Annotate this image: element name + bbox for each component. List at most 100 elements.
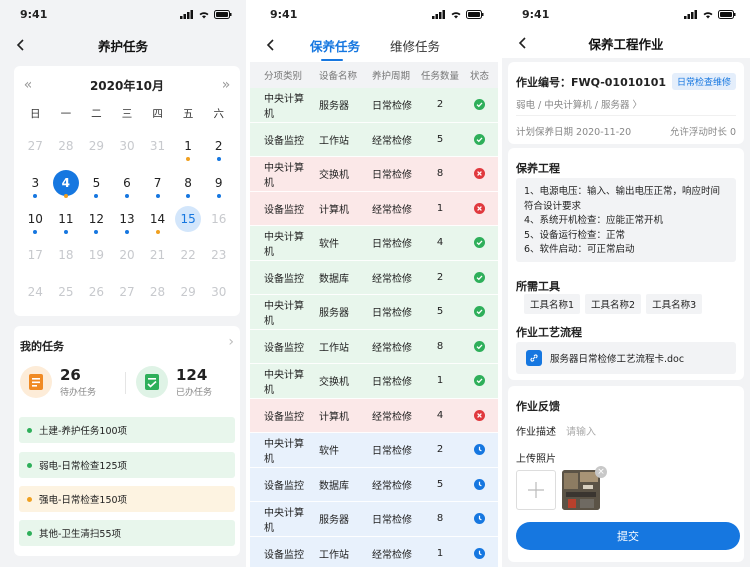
project-line: 6、软件启动：可正常启动 — [524, 244, 635, 255]
calendar-day[interactable]: 27 — [112, 274, 143, 310]
table-row[interactable]: 中央计算机 软件 日常检修 2 — [250, 433, 498, 468]
table-row[interactable]: 中央计算机 交换机 日常检修 8 — [250, 157, 498, 192]
table-row[interactable]: 设备监控 数据库 经常检修 5 — [250, 467, 498, 502]
cell-device: 工作站 — [319, 342, 349, 354]
calendar-day[interactable]: 29 — [173, 274, 204, 310]
back-button[interactable] — [10, 28, 30, 62]
calendar-day[interactable]: 20 — [112, 237, 143, 273]
tab-maintenance[interactable]: 保养任务 — [310, 28, 360, 62]
bullet-dot — [27, 530, 32, 536]
cell-cycle: 日常检修 — [372, 170, 412, 182]
back-button[interactable] — [260, 28, 280, 62]
cell-count: 1 — [436, 375, 444, 387]
device-breadcrumb[interactable]: 弱电 / 中央计算机 / 服务器 〉 — [516, 97, 642, 111]
next-month-button[interactable]: » — [214, 72, 238, 98]
calendar-day[interactable]: 28 — [51, 128, 82, 164]
tab-repair[interactable]: 维修任务 — [390, 28, 440, 62]
cell-device: 服务器 — [319, 308, 349, 320]
my-tasks-card: 我的任务 › 26 待办任务 124 已办任务 土建-养护任务100项 弱电-日… — [14, 326, 240, 556]
calendar-day-number: 29 — [88, 139, 105, 154]
calendar-day[interactable]: 24 — [20, 274, 51, 310]
status-time: 9:41 — [20, 7, 48, 21]
calendar-day[interactable]: 6 — [112, 164, 143, 200]
calendar-day[interactable]: 11 — [51, 201, 82, 237]
calendar-day[interactable]: 23 — [203, 237, 234, 273]
calendar-day[interactable]: 8 — [173, 164, 204, 200]
status-icons — [180, 9, 232, 19]
calendar-day[interactable]: 27 — [20, 128, 51, 164]
calendar-day[interactable]: 28 — [142, 274, 173, 310]
calendar-day-number: 13 — [119, 211, 135, 226]
table-row[interactable]: 中央计算机 软件 日常检修 4 — [250, 226, 498, 261]
calendar-day[interactable]: 10 — [20, 201, 51, 237]
check-circle-icon — [461, 375, 498, 387]
calendar-day[interactable]: 12 — [81, 201, 112, 237]
calendar-day[interactable]: 14 — [142, 201, 173, 237]
table-row[interactable]: 设备监控 数据库 经常检修 2 — [250, 260, 498, 295]
done-tasks-stat[interactable]: 124 已办任务 — [136, 366, 212, 398]
calendar-day[interactable]: 15 — [173, 201, 204, 237]
task-dot-indicator — [155, 193, 160, 198]
task-dot-indicator — [216, 193, 221, 198]
error-circle-icon — [461, 409, 498, 421]
calendar-day[interactable]: 4 — [51, 164, 82, 200]
cell-count: 5 — [436, 133, 444, 145]
check-circle-icon — [461, 133, 498, 145]
my-tasks-more-button[interactable]: › — [228, 334, 234, 350]
task-category-item[interactable]: 弱电-日常检查125项 — [19, 452, 235, 478]
table-row[interactable]: 设备监控 工作站 经常检修 8 — [250, 329, 498, 364]
cell-device: 软件 — [319, 446, 339, 458]
flow-file-attachment[interactable]: 服务器日常检修工艺流程卡.doc — [516, 342, 736, 374]
submit-button[interactable]: 提交 — [516, 522, 740, 550]
calendar-day[interactable]: 25 — [51, 274, 82, 310]
task-category-item[interactable]: 强电-日常检查150项 — [19, 486, 235, 512]
calendar-day[interactable]: 9 — [203, 164, 234, 200]
calendar-day[interactable]: 7 — [142, 164, 173, 200]
calendar-day[interactable]: 22 — [173, 237, 204, 273]
weekday-label: 二 — [91, 108, 102, 120]
calendar-day[interactable]: 2 — [203, 128, 234, 164]
doc-link-icon — [526, 350, 542, 366]
calendar-day[interactable]: 5 — [81, 164, 112, 200]
task-dot-indicator — [155, 230, 160, 235]
table-row[interactable]: 设备监控 工作站 经常检修 5 — [250, 122, 498, 157]
add-photo-button[interactable] — [516, 470, 556, 510]
cell-cycle: 经常检修 — [372, 135, 412, 147]
calendar-day[interactable]: 29 — [81, 128, 112, 164]
table-row[interactable]: 设备监控 计算机 经常检修 1 — [250, 191, 498, 226]
clock-icon — [461, 513, 498, 525]
calendar-day[interactable]: 1 — [173, 128, 204, 164]
status-icons — [684, 9, 736, 19]
calendar-day[interactable]: 26 — [81, 274, 112, 310]
prev-month-button[interactable]: « — [16, 72, 40, 98]
pending-tasks-stat[interactable]: 26 待办任务 — [20, 366, 96, 398]
calendar-day[interactable]: 16 — [203, 201, 234, 237]
calendar-day[interactable]: 3 — [20, 164, 51, 200]
table-row[interactable]: 中央计算机 服务器 日常检修 2 — [250, 88, 498, 123]
calendar-day[interactable]: 17 — [20, 237, 51, 273]
table-row[interactable]: 设备监控 计算机 经常检修 4 — [250, 398, 498, 433]
calendar-day-number: 21 — [149, 248, 166, 263]
task-category-item[interactable]: 其他-卫生清扫55项 — [19, 520, 235, 546]
calendar-day[interactable]: 18 — [51, 237, 82, 273]
calendar-day[interactable]: 21 — [142, 237, 173, 273]
desc-input[interactable]: 请输入 — [566, 423, 596, 438]
table-row[interactable]: 设备监控 工作站 经常检修 1 — [250, 536, 498, 567]
signal-icon — [684, 9, 697, 19]
table-row[interactable]: 中央计算机 服务器 日常检修 8 — [250, 502, 498, 537]
uploaded-photo[interactable] — [562, 470, 600, 510]
calendar-day-number: 12 — [88, 211, 105, 226]
calendar-day[interactable]: 31 — [142, 128, 173, 164]
calendar-day[interactable]: 30 — [112, 128, 143, 164]
cell-category: 设备监控 — [264, 480, 304, 492]
table-row[interactable]: 中央计算机 交换机 日常检修 1 — [250, 364, 498, 399]
cell-cycle: 经常检修 — [372, 411, 412, 423]
calendar-day-number: 22 — [180, 248, 196, 263]
table-row[interactable]: 中央计算机 服务器 日常检修 5 — [250, 295, 498, 330]
calendar-day[interactable]: 19 — [81, 237, 112, 273]
back-button[interactable] — [512, 28, 532, 58]
calendar-day[interactable]: 30 — [203, 274, 234, 310]
calendar-day[interactable]: 13 — [112, 201, 143, 237]
remove-photo-icon[interactable]: × — [595, 466, 607, 478]
task-category-item[interactable]: 土建-养护任务100项 — [19, 417, 235, 443]
